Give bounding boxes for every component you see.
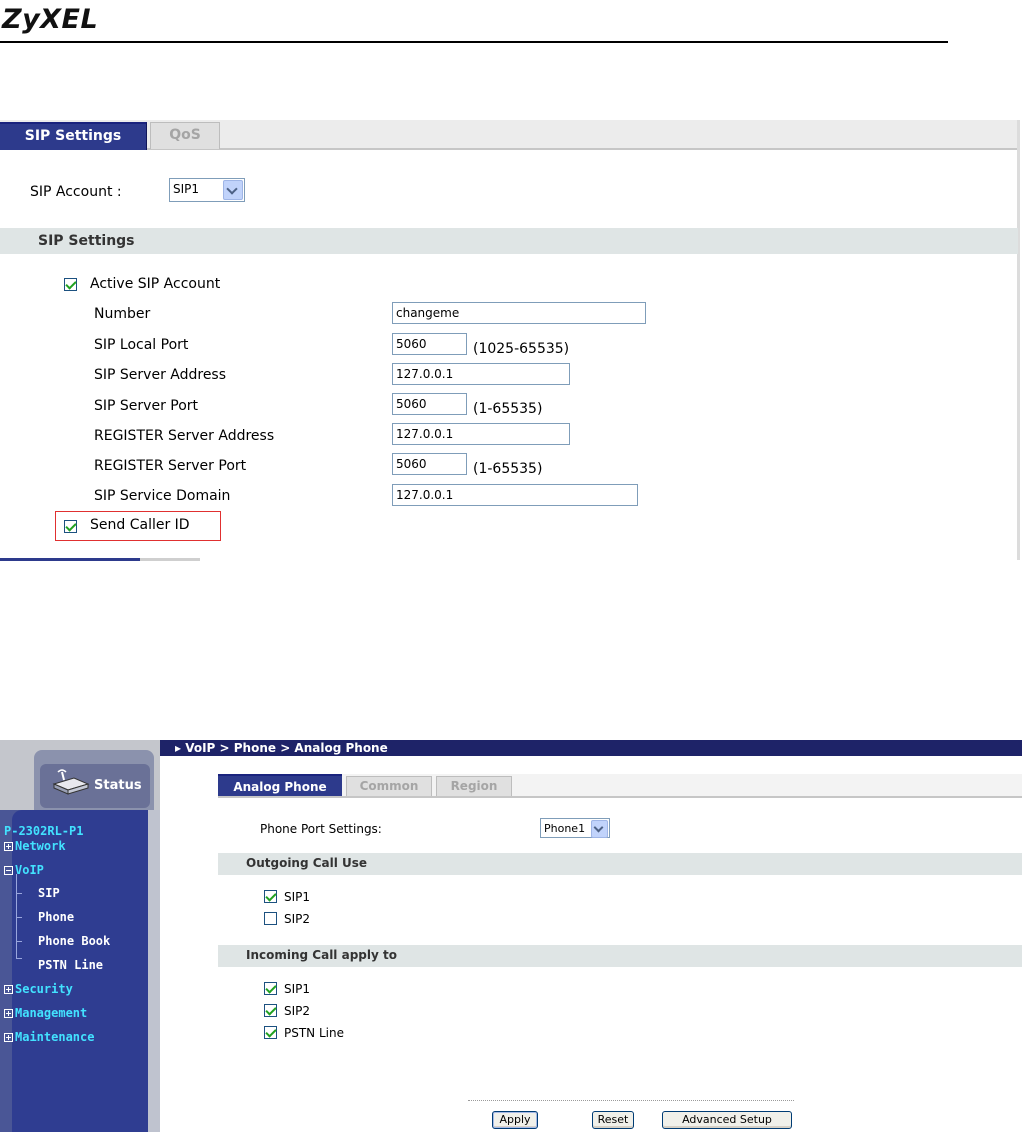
sidebar-item-voip[interactable]: VoIP (4, 863, 44, 877)
tree-line (16, 874, 17, 958)
sip-settings-panel: SIP Settings QoS SIP Account : SIP1 SIP … (0, 120, 1020, 561)
router-icon (52, 769, 90, 795)
register-server-port-label: REGISTER Server Port (94, 458, 247, 474)
tab-common[interactable]: Common (346, 776, 432, 796)
tree-branch (16, 893, 22, 894)
tree-branch (16, 958, 22, 959)
sip-server-address-input[interactable]: 127.0.0.1 (392, 363, 570, 385)
outgoing-sip2-checkbox[interactable] (264, 912, 277, 925)
expand-icon (4, 1009, 13, 1018)
sidebar-item-management[interactable]: Management (4, 1006, 87, 1020)
tab-sip-settings[interactable]: SIP Settings (0, 122, 147, 150)
sip-local-port-input[interactable]: 5060 (392, 333, 467, 355)
sip-server-port-range: (1-65535) (473, 401, 543, 417)
tab-region[interactable]: Region (436, 776, 512, 796)
analog-phone-panel: Status P-2302RL-P1 Network VoIP SIP Phon… (0, 740, 1022, 1132)
number-label: Number (94, 306, 151, 322)
nav-divider (148, 810, 160, 1132)
sidebar-item-network[interactable]: Network (4, 839, 66, 853)
incoming-sip1-checkbox[interactable] (264, 982, 277, 995)
tree-branch (16, 941, 22, 942)
outgoing-sip1-label: SIP1 (284, 890, 311, 904)
expand-icon (4, 985, 13, 994)
sidebar-item-sip[interactable]: SIP (38, 886, 60, 900)
panel-bottom-edge-grey (140, 558, 200, 561)
breadcrumb: ▸ VoIP > Phone > Analog Phone (175, 741, 388, 755)
register-server-port-input[interactable]: 5060 (392, 453, 467, 475)
sidebar-item-maintenance-label: Maintenance (15, 1030, 95, 1044)
sidebar-item-management-label: Management (15, 1006, 88, 1020)
status-label: Status (94, 778, 142, 793)
phone-port-select[interactable]: Phone1 (540, 818, 610, 838)
chevron-down-icon[interactable] (591, 820, 608, 838)
outgoing-section-title: Outgoing Call Use (246, 856, 368, 870)
incoming-pstn-label: PSTN Line (284, 1026, 344, 1040)
header-divider (0, 41, 948, 43)
sip-local-port-label: SIP Local Port (94, 337, 189, 353)
sip-account-value: SIP1 (173, 182, 200, 196)
incoming-sip2-checkbox[interactable] (264, 1004, 277, 1017)
scrollbar-track[interactable] (1017, 120, 1020, 560)
expand-icon (4, 1033, 13, 1042)
sip-service-domain-input[interactable]: 127.0.0.1 (392, 484, 638, 506)
section-header: SIP Settings (0, 228, 1018, 254)
sip-account-select[interactable]: SIP1 (169, 178, 245, 202)
tab-analog-phone[interactable]: Analog Phone (218, 774, 342, 796)
sip-account-label: SIP Account : (30, 184, 122, 200)
sip-service-domain-label: SIP Service Domain (94, 488, 231, 504)
incoming-sip1-label: SIP1 (284, 982, 311, 996)
sip-server-port-label: SIP Server Port (94, 398, 199, 414)
sidebar-item-maintenance[interactable]: Maintenance (4, 1030, 94, 1044)
active-sip-account-checkbox[interactable] (64, 278, 77, 291)
phone-port-settings-label: Phone Port Settings: (260, 822, 382, 836)
sidebar-item-phone-book[interactable]: Phone Book (38, 934, 110, 948)
phone-port-value: Phone1 (544, 822, 586, 835)
sidebar-item-network-label: Network (15, 839, 66, 853)
button-divider (468, 1100, 794, 1101)
reset-button[interactable]: Reset (592, 1111, 634, 1129)
panel-bottom-edge (0, 558, 140, 561)
sidebar-item-pstn-line[interactable]: PSTN Line (38, 958, 103, 972)
incoming-section-title: Incoming Call apply to (246, 948, 397, 962)
sidebar-item-phone[interactable]: Phone (38, 910, 74, 924)
send-caller-id-checkbox[interactable] (64, 520, 77, 533)
tree-branch (16, 917, 22, 918)
chevron-right-icon: ▸ (175, 741, 186, 755)
incoming-sip2-label: SIP2 (284, 1004, 311, 1018)
sip-local-port-range: (1025-65535) (473, 341, 570, 357)
section-title: SIP Settings (38, 233, 135, 249)
outgoing-sip1-checkbox[interactable] (264, 890, 277, 903)
zyxel-logo: ZyXEL (2, 4, 99, 35)
send-caller-id-label: Send Caller ID (90, 517, 190, 533)
sidebar-item-security[interactable]: Security (4, 982, 73, 996)
apply-button[interactable]: Apply (492, 1111, 538, 1129)
collapse-icon (4, 866, 13, 875)
number-input[interactable]: changeme (392, 302, 646, 324)
incoming-section-header: Incoming Call apply to (218, 945, 1022, 967)
tab-qos[interactable]: QoS (150, 122, 220, 149)
sip-server-address-label: SIP Server Address (94, 367, 227, 383)
active-sip-account-label: Active SIP Account (90, 276, 221, 292)
sidebar-item-security-label: Security (15, 982, 73, 996)
breadcrumb-text: VoIP > Phone > Analog Phone (185, 741, 388, 755)
register-server-address-label: REGISTER Server Address (94, 428, 275, 444)
register-server-port-range: (1-65535) (473, 461, 543, 477)
sidebar: Status P-2302RL-P1 Network VoIP SIP Phon… (0, 740, 160, 1132)
outgoing-section-header: Outgoing Call Use (218, 853, 1022, 875)
expand-icon (4, 842, 13, 851)
incoming-pstn-checkbox[interactable] (264, 1026, 277, 1039)
sidebar-item-voip-label: VoIP (15, 863, 44, 877)
outgoing-sip2-label: SIP2 (284, 912, 311, 926)
advanced-setup-button[interactable]: Advanced Setup (662, 1111, 792, 1129)
device-name: P-2302RL-P1 (4, 824, 84, 838)
chevron-down-icon[interactable] (223, 180, 243, 200)
sip-server-port-input[interactable]: 5060 (392, 393, 467, 415)
main-content: Analog Phone Common Region Phone Port Se… (218, 756, 1022, 1132)
register-server-address-input[interactable]: 127.0.0.1 (392, 423, 570, 445)
